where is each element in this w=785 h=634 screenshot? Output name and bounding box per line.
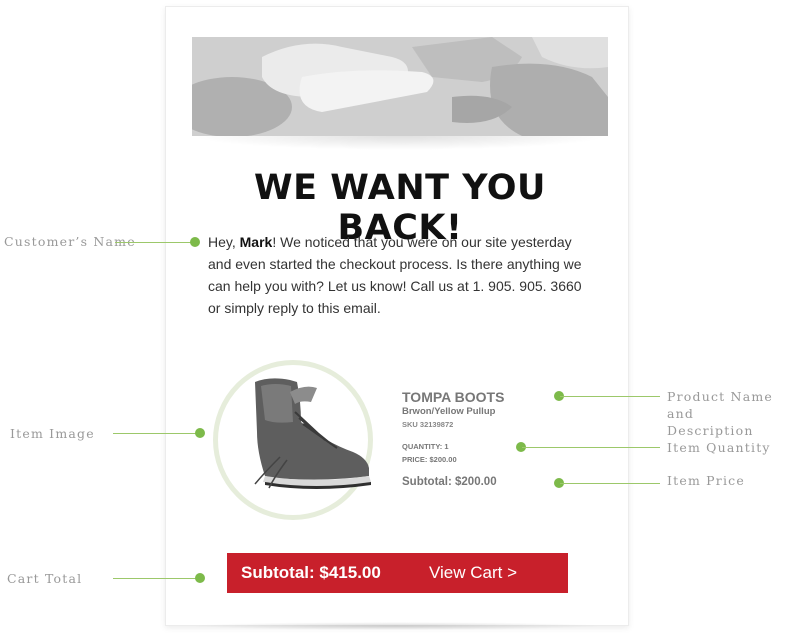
- annotation-item-price: Item Price: [667, 473, 745, 488]
- email-message: Hey, Mark! We noticed that you were on o…: [208, 231, 593, 319]
- annotation-product-name-line1: Product Name: [667, 389, 774, 404]
- greeting-text: Hey,: [208, 234, 240, 250]
- shoes-banner-graphic: [192, 37, 608, 136]
- view-cart-button[interactable]: Subtotal: $415.00 View Cart >: [227, 553, 568, 593]
- product-subtotal: Subtotal: $200.00: [402, 476, 497, 488]
- view-cart-link[interactable]: View Cart >: [429, 563, 517, 583]
- product-sku: SKU 32139872: [402, 420, 454, 429]
- annotation-line: [113, 578, 201, 579]
- annotation-line: [560, 483, 660, 484]
- annotation-product-name-line2: and Description: [667, 406, 754, 438]
- cart-total: Subtotal: $415.00: [241, 563, 381, 582]
- customer-name: Mark: [239, 234, 273, 250]
- annotation-dot: [195, 573, 205, 583]
- annotation-line: [113, 433, 201, 434]
- product-name[interactable]: TOMPA BOOTS: [402, 389, 504, 405]
- hero-banner-image: [192, 37, 608, 136]
- annotation-line: [522, 447, 660, 448]
- banner-shadow: [192, 136, 608, 150]
- annotation-cart-total: Cart Total: [7, 571, 83, 586]
- annotation-dot: [190, 237, 200, 247]
- annotation-line: [560, 396, 660, 397]
- card-shadow: [190, 622, 602, 630]
- product-quantity: QUANTITY: 1: [402, 442, 449, 451]
- annotation-line: [115, 242, 195, 243]
- product-description: Brwon/Yellow Pullup: [402, 406, 496, 417]
- boot-product-image[interactable]: [235, 372, 380, 492]
- annotation-product-name: Product Name and Description: [667, 388, 785, 439]
- annotation-item-image: Item Image: [10, 426, 95, 441]
- product-price: PRICE: $200.00: [402, 455, 457, 464]
- annotation-item-quantity: Item Quantity: [667, 440, 771, 455]
- annotation-dot: [195, 428, 205, 438]
